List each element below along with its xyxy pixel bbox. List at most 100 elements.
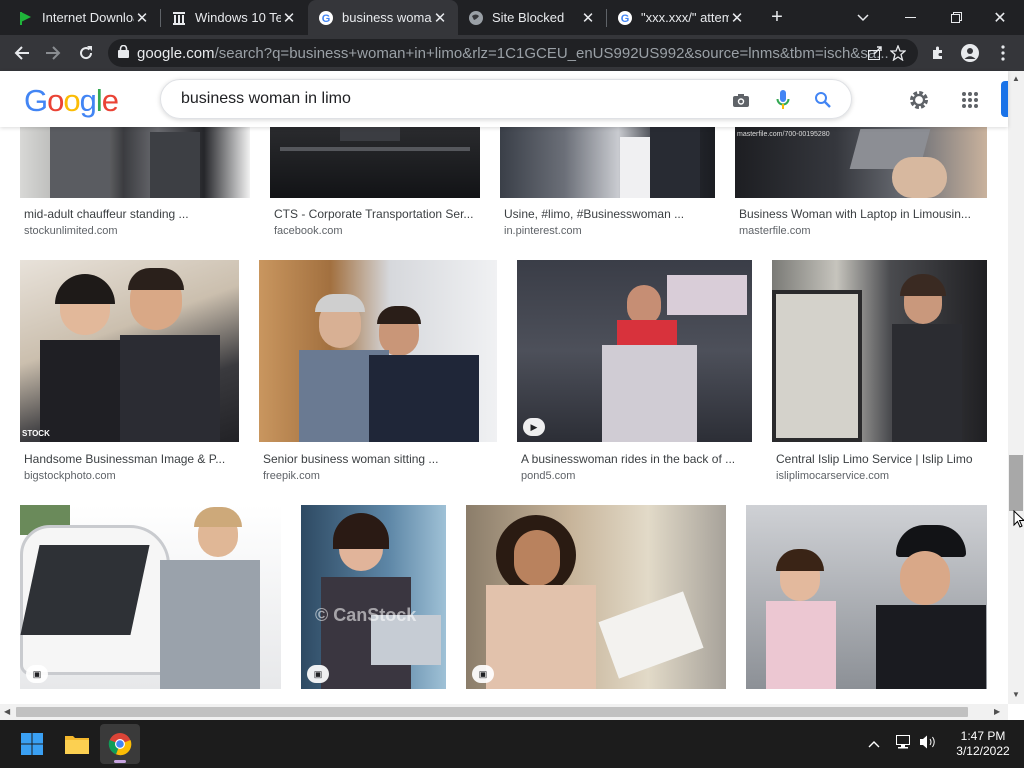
result-caption[interactable]: Business Woman with Laptop in Limousin..… bbox=[739, 207, 989, 221]
settings-gear-icon[interactable] bbox=[908, 89, 930, 111]
google-logo-letter: o bbox=[63, 83, 80, 118]
close-tab-icon[interactable]: ✕ bbox=[134, 9, 150, 27]
video-play-icon: ▶ bbox=[523, 418, 545, 436]
result-thumbnail[interactable]: © CanStock ▣ bbox=[301, 505, 446, 689]
scroll-right-arrow-icon[interactable]: ▶ bbox=[994, 707, 1000, 716]
image-result-card[interactable]: © CanStock ▣ bbox=[290, 505, 455, 704]
clock-time: 1:47 PM bbox=[960, 729, 1006, 743]
windows-start-icon[interactable] bbox=[12, 724, 52, 764]
google-logo[interactable]: Google bbox=[24, 83, 119, 119]
image-result-card[interactable]: ▣ bbox=[455, 505, 735, 704]
browser-tab-strip: Internet Download ✕ Windows 10 Tec ✕ G b… bbox=[0, 0, 1024, 35]
tab-attempt[interactable]: G "xxx.xxx/" attem ✕ bbox=[607, 0, 755, 35]
close-tab-icon[interactable]: ✕ bbox=[729, 9, 745, 27]
result-source[interactable]: in.pinterest.com bbox=[504, 225, 715, 237]
new-tab-icon[interactable]: + bbox=[764, 0, 790, 35]
svg-text:G: G bbox=[322, 13, 331, 25]
restore-icon[interactable] bbox=[942, 0, 970, 35]
image-result-card[interactable]: Central Islip Limo Service | Islip Limo … bbox=[760, 260, 1000, 485]
scroll-left-arrow-icon[interactable]: ◀ bbox=[4, 707, 10, 716]
sign-in-button[interactable] bbox=[1001, 81, 1008, 117]
result-thumbnail[interactable] bbox=[20, 127, 250, 198]
result-caption[interactable]: Handsome Businessman Image & P... bbox=[24, 452, 234, 466]
image-result-card[interactable]: Usine, #limo, #Businesswoman ... in.pint… bbox=[490, 127, 725, 247]
result-source[interactable]: isliplimocarservice.com bbox=[776, 470, 996, 482]
result-source[interactable]: bigstockphoto.com bbox=[24, 470, 234, 482]
image-result-card[interactable]: Senior business woman sitting ... freepi… bbox=[245, 260, 505, 485]
minimize-icon[interactable] bbox=[896, 0, 924, 35]
vertical-scrollbar[interactable] bbox=[1008, 71, 1024, 704]
image-result-card[interactable] bbox=[735, 505, 995, 704]
reload-icon[interactable] bbox=[71, 38, 101, 68]
active-app-indicator bbox=[114, 760, 126, 763]
forward-icon[interactable] bbox=[38, 38, 68, 68]
image-result-card[interactable]: STOCK Handsome Businessman Image & P... … bbox=[0, 260, 245, 485]
image-icon: ▣ bbox=[472, 665, 494, 683]
image-results-grid: mid-adult chauffeur standing ... stockun… bbox=[0, 127, 1008, 704]
result-source[interactable]: freepik.com bbox=[263, 470, 493, 482]
result-source[interactable]: masterfile.com bbox=[739, 225, 989, 237]
google-logo-letter: G bbox=[24, 83, 48, 118]
address-bar[interactable]: google.com /search?q=business+woman+in+l… bbox=[108, 39, 918, 67]
result-thumbnail[interactable]: masterfile.com/700-00195280 bbox=[735, 127, 987, 198]
result-caption[interactable]: Central Islip Limo Service | Islip Limo bbox=[776, 452, 996, 466]
result-thumbnail[interactable]: ▣ bbox=[20, 505, 281, 689]
close-tab-icon[interactable]: ✕ bbox=[580, 9, 596, 27]
result-source[interactable]: stockunlimited.com bbox=[24, 225, 254, 237]
horizontal-scrollbar-thumb[interactable] bbox=[16, 707, 968, 717]
result-source[interactable]: pond5.com bbox=[521, 470, 751, 482]
volume-icon[interactable] bbox=[919, 734, 937, 755]
chrome-icon[interactable] bbox=[100, 724, 140, 764]
svg-text:G: G bbox=[621, 13, 630, 25]
tab-internet-download[interactable]: Internet Download ✕ bbox=[8, 0, 160, 35]
network-icon[interactable] bbox=[894, 734, 912, 755]
search-input[interactable]: business woman in limo bbox=[160, 79, 852, 119]
scroll-up-arrow-icon[interactable]: ▲ bbox=[1012, 74, 1020, 83]
tab-site-blocked[interactable]: Site Blocked ✕ bbox=[458, 0, 606, 35]
lock-icon[interactable] bbox=[118, 44, 129, 62]
scroll-down-arrow-icon[interactable]: ▼ bbox=[1012, 690, 1020, 699]
result-thumbnail[interactable] bbox=[500, 127, 715, 198]
result-thumbnail[interactable]: ▶ bbox=[517, 260, 752, 442]
camera-icon[interactable] bbox=[731, 90, 751, 110]
image-result-card[interactable]: CTS - Corporate Transportation Ser... fa… bbox=[260, 127, 490, 247]
system-clock[interactable]: 1:47 PM 3/12/2022 bbox=[948, 729, 1018, 759]
result-thumbnail[interactable] bbox=[746, 505, 987, 689]
microphone-icon[interactable] bbox=[773, 90, 793, 110]
result-caption[interactable]: Usine, #limo, #Businesswoman ... bbox=[504, 207, 715, 221]
result-caption[interactable]: Senior business woman sitting ... bbox=[263, 452, 493, 466]
tab-business-woman[interactable]: G business woman ✕ bbox=[308, 0, 458, 35]
result-thumbnail[interactable] bbox=[772, 260, 987, 442]
result-thumbnail[interactable]: ▣ bbox=[466, 505, 726, 689]
chrome-menu-icon[interactable] bbox=[988, 38, 1018, 68]
file-explorer-icon[interactable] bbox=[57, 724, 97, 764]
tab-windows-10[interactable]: Windows 10 Tec ✕ bbox=[161, 0, 307, 35]
google-apps-grid-icon[interactable] bbox=[959, 89, 981, 111]
url-path: /search?q=business+woman+in+limo&rlz=1C1… bbox=[214, 44, 889, 62]
extensions-icon[interactable] bbox=[923, 38, 953, 68]
result-caption[interactable]: A businesswoman rides in the back of ... bbox=[521, 452, 751, 466]
result-caption[interactable]: CTS - Corporate Transportation Ser... bbox=[274, 207, 480, 221]
image-result-card[interactable]: mid-adult chauffeur standing ... stockun… bbox=[0, 127, 260, 247]
result-source[interactable]: facebook.com bbox=[274, 225, 480, 237]
tab-search-chevron-icon[interactable] bbox=[852, 0, 874, 35]
close-tab-icon[interactable]: ✕ bbox=[281, 9, 297, 27]
search-icon[interactable] bbox=[813, 90, 833, 110]
vertical-scrollbar-thumb[interactable] bbox=[1009, 455, 1023, 511]
image-result-card[interactable]: ▶ A businesswoman rides in the back of .… bbox=[505, 260, 760, 485]
image-result-card[interactable]: ▣ bbox=[0, 505, 290, 704]
show-hidden-icons-chevron-icon[interactable] bbox=[868, 735, 880, 753]
google-logo-letter: o bbox=[47, 83, 64, 118]
profile-avatar-icon[interactable] bbox=[955, 38, 985, 68]
back-icon[interactable] bbox=[7, 38, 37, 68]
tab-title: Windows 10 Tec bbox=[195, 10, 281, 25]
close-tab-icon[interactable]: ✕ bbox=[432, 9, 448, 27]
bookmark-star-icon[interactable] bbox=[883, 38, 913, 68]
url-host: google.com bbox=[137, 44, 215, 62]
result-caption[interactable]: mid-adult chauffeur standing ... bbox=[24, 207, 254, 221]
result-thumbnail[interactable] bbox=[259, 260, 497, 442]
close-window-icon[interactable]: ✕ bbox=[986, 0, 1014, 35]
result-thumbnail[interactable]: STOCK bbox=[20, 260, 239, 442]
image-result-card[interactable]: masterfile.com/700-00195280 Business Wom… bbox=[725, 127, 995, 247]
result-thumbnail[interactable] bbox=[270, 127, 480, 198]
